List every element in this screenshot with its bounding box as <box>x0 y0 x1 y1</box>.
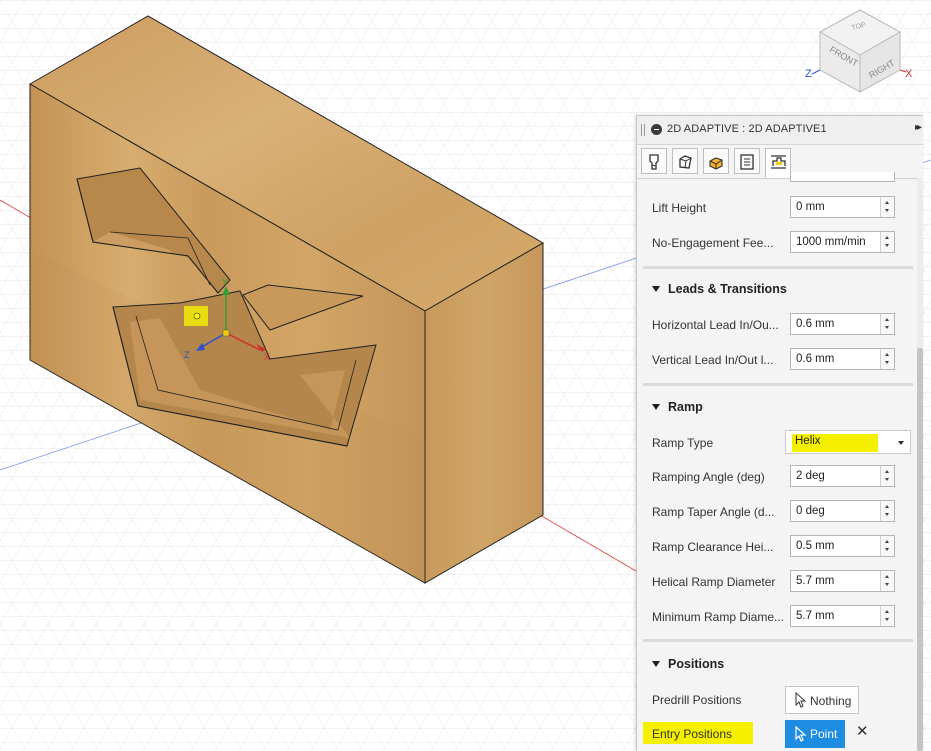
minimum-ramp-diameter-value: 5.7 mm <box>796 610 835 622</box>
spinner-arrows-icon[interactable] <box>880 197 894 217</box>
ramping-angle-label: Ramping Angle (deg) <box>652 470 765 484</box>
collapse-triangle-icon[interactable] <box>652 285 660 292</box>
cursor-arrow-icon <box>795 726 807 742</box>
positions-header[interactable]: Positions <box>652 657 724 671</box>
triad-y-label: Y <box>222 277 228 287</box>
spinner-arrows-icon[interactable] <box>880 501 894 521</box>
predrill-positions-value: Nothing <box>810 694 852 708</box>
vertical-lead-label: Vertical Lead In/Out l... <box>652 353 774 367</box>
no-engagement-feed-input[interactable]: 1000 mm/min <box>790 231 895 253</box>
panel-header[interactable]: 2D ADAPTIVE : 2D ADAPTIVE1 ▸▸ <box>637 116 923 145</box>
ramp-type-value: Helix <box>795 435 821 447</box>
section-divider <box>643 639 913 642</box>
geometry-tab[interactable] <box>672 148 698 174</box>
linking-tab[interactable] <box>765 148 791 178</box>
tool-tab[interactable] <box>641 148 667 174</box>
no-engagement-feed-value: 1000 mm/min <box>796 236 866 248</box>
horizontal-lead-label: Horizontal Lead In/Ou... <box>652 318 779 332</box>
operation-panel: 2D ADAPTIVE : 2D ADAPTIVE1 ▸▸ Lift Heigh… <box>636 115 923 751</box>
collapse-triangle-icon[interactable] <box>652 403 660 410</box>
spinner-arrows-icon[interactable] <box>880 349 894 369</box>
spinner-arrows-icon[interactable] <box>880 571 894 591</box>
ramp-taper-angle-input[interactable]: 0 deg <box>790 500 895 522</box>
ramp-taper-angle-value: 0 deg <box>796 505 825 517</box>
lift-height-input[interactable]: 0 mm <box>790 196 895 218</box>
passes-tab-icon <box>740 154 754 170</box>
panel-scrollbar[interactable] <box>917 178 923 751</box>
spinner-arrows-icon[interactable] <box>880 466 894 486</box>
lift-height-label: Lift Height <box>652 201 707 215</box>
linking-tab-icon <box>771 155 786 169</box>
collapse-triangle-icon[interactable] <box>652 660 660 667</box>
cursor-arrow-icon <box>795 692 807 708</box>
helical-ramp-diameter-value: 5.7 mm <box>796 575 835 587</box>
entry-point-marker[interactable] <box>193 312 201 320</box>
lift-height-value: 0 mm <box>796 201 825 213</box>
helical-ramp-diameter-input[interactable]: 5.7 mm <box>790 570 895 592</box>
triad-x-label: X <box>264 352 270 362</box>
ramp-clearance-height-input[interactable]: 0.5 mm <box>790 535 895 557</box>
clear-selection-icon[interactable]: ✕ <box>856 722 869 740</box>
vertical-lead-value: 0.6 mm <box>796 353 835 365</box>
chevron-down-icon[interactable] <box>898 441 904 445</box>
horizontal-lead-input[interactable]: 0.6 mm <box>790 313 895 335</box>
ramp-taper-angle-label: Ramp Taper Angle (d... <box>652 505 775 519</box>
spinner-arrows-icon[interactable] <box>880 606 894 626</box>
no-engagement-feed-label: No-Engagement Fee... <box>652 236 774 250</box>
ramp-title: Ramp <box>668 400 703 414</box>
ramp-clearance-height-label: Ramp Clearance Hei... <box>652 540 774 554</box>
clipped-field[interactable] <box>790 172 895 182</box>
expand-icon[interactable]: ▸▸ <box>915 122 922 133</box>
heights-tab[interactable] <box>703 148 729 174</box>
drag-handle-icon[interactable] <box>641 124 645 136</box>
collapse-icon[interactable] <box>651 124 662 135</box>
entry-positions-value: Point <box>810 727 838 741</box>
leads-transitions-title: Leads & Transitions <box>668 282 787 296</box>
leads-transitions-header[interactable]: Leads & Transitions <box>652 282 787 296</box>
section-divider <box>643 266 913 269</box>
spinner-arrows-icon[interactable] <box>880 536 894 556</box>
spinner-arrows-icon[interactable] <box>880 314 894 334</box>
tool-tab-icon <box>649 154 659 170</box>
scrollbar-thumb[interactable] <box>917 348 923 751</box>
ramp-type-label: Ramp Type <box>652 436 714 450</box>
viewcube-x-label: X <box>905 68 913 80</box>
minimum-ramp-diameter-input[interactable]: 5.7 mm <box>790 605 895 627</box>
ramp-clearance-height-value: 0.5 mm <box>796 540 835 552</box>
ramping-angle-input[interactable]: 2 deg <box>790 465 895 487</box>
positions-title: Positions <box>668 657 725 671</box>
section-divider <box>643 383 913 386</box>
spinner-arrows-icon[interactable] <box>880 232 894 252</box>
predrill-positions-button[interactable]: Nothing <box>785 686 859 714</box>
entry-positions-button[interactable]: Point <box>785 720 845 748</box>
viewcube-z-label: Z <box>805 68 812 80</box>
helical-ramp-diameter-label: Helical Ramp Diameter <box>652 575 776 589</box>
horizontal-lead-value: 0.6 mm <box>796 318 835 330</box>
passes-tab[interactable] <box>734 148 760 174</box>
triad-z-label: Z <box>184 350 190 360</box>
heights-tab-icon <box>709 157 723 170</box>
ramp-header[interactable]: Ramp <box>652 400 703 414</box>
ramping-angle-value: 2 deg <box>796 470 825 482</box>
ramp-type-select[interactable]: Helix <box>785 430 911 454</box>
minimum-ramp-diameter-label: Minimum Ramp Diame... <box>652 610 785 624</box>
entry-positions-label: Entry Positions <box>652 727 733 741</box>
panel-title: 2D ADAPTIVE : 2D ADAPTIVE1 <box>667 123 827 135</box>
predrill-positions-label: Predrill Positions <box>652 693 742 707</box>
geometry-tab-icon <box>679 155 692 169</box>
vertical-lead-input[interactable]: 0.6 mm <box>790 348 895 370</box>
